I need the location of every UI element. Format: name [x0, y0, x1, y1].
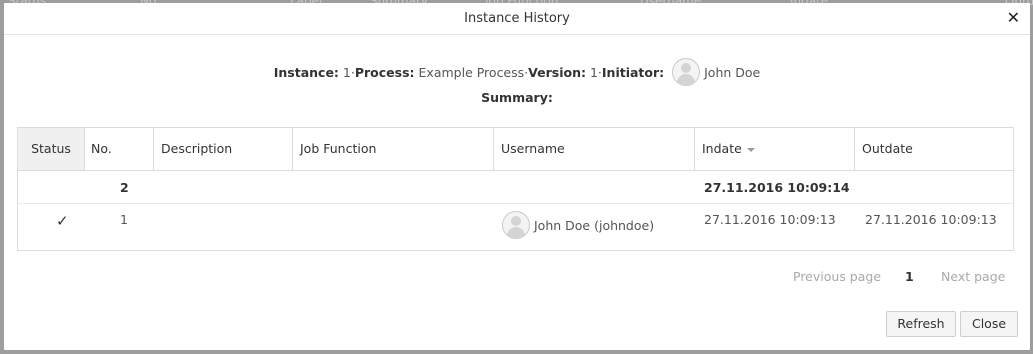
column-header-no[interactable]: No. — [84, 128, 154, 170]
column-header-label: Description — [161, 141, 233, 156]
refresh-button[interactable]: Refresh — [886, 311, 956, 337]
column-header-label: Outdate — [862, 141, 913, 156]
page-number[interactable]: 1 — [905, 269, 914, 284]
cell-indate: 27.11.2016 10:09:14 — [704, 180, 850, 195]
table-row[interactable]: 2 27.11.2016 10:09:14 — [18, 171, 1013, 204]
column-header-username[interactable]: Username — [493, 128, 694, 170]
column-header-outdate[interactable]: Outdate — [854, 128, 1013, 170]
process-value: Example Process — [418, 64, 525, 80]
dialog-title-text: Instance History — [464, 11, 570, 26]
version-label: Version: — [528, 64, 586, 80]
version-value: 1 — [589, 64, 598, 80]
instance-history-dialog: Instance History ✕ Instance: 1 · Process… — [4, 3, 1030, 350]
dialog-title: Instance History — [4, 3, 1030, 35]
instance-info: Instance: 1 · Process: Example Process ·… — [4, 56, 1030, 108]
close-button[interactable]: Close — [960, 311, 1018, 337]
user-avatar-icon — [672, 58, 701, 86]
column-header-label: Username — [501, 141, 565, 156]
column-header-description[interactable]: Description — [153, 128, 293, 170]
cell-no: 2 — [120, 180, 129, 195]
initiator-label: Initiator: — [601, 64, 665, 80]
column-header-label: No. — [91, 141, 112, 156]
previous-page-link[interactable]: Previous page — [793, 269, 881, 284]
next-page-link[interactable]: Next page — [941, 269, 1005, 284]
column-header-label: Indate — [702, 141, 742, 156]
cell-indate: 27.11.2016 10:09:13 — [704, 212, 836, 227]
column-header-job-function[interactable]: Job Function — [292, 128, 493, 170]
cell-no: 1 — [120, 212, 128, 227]
instance-value: 1 — [342, 64, 351, 80]
close-icon[interactable]: ✕ — [1007, 9, 1020, 27]
cell-username: John Doe (johndoe) — [502, 211, 654, 239]
initiator-value: John Doe — [704, 64, 761, 80]
column-header-indate[interactable]: Indate — [694, 128, 855, 170]
table-row[interactable]: ✓ 1 John Doe (johndoe) 27.11.2016 10:09:… — [18, 204, 1013, 250]
cell-outdate: 27.11.2016 10:09:13 — [865, 212, 997, 227]
sort-descending-icon — [746, 147, 755, 152]
checkmark-icon: ✓ — [56, 212, 69, 230]
summary-label: Summary: — [481, 90, 553, 105]
history-table: Status No. Description Job Function User… — [17, 127, 1014, 251]
table-header: Status No. Description Job Function User… — [18, 128, 1013, 171]
column-header-label: Job Function — [300, 141, 377, 156]
instance-label: Instance: — [273, 64, 339, 80]
user-avatar-icon — [502, 211, 530, 239]
column-header-status[interactable]: Status — [18, 128, 85, 170]
username-text: John Doe (johndoe) — [534, 217, 655, 233]
process-label: Process: — [354, 64, 415, 80]
